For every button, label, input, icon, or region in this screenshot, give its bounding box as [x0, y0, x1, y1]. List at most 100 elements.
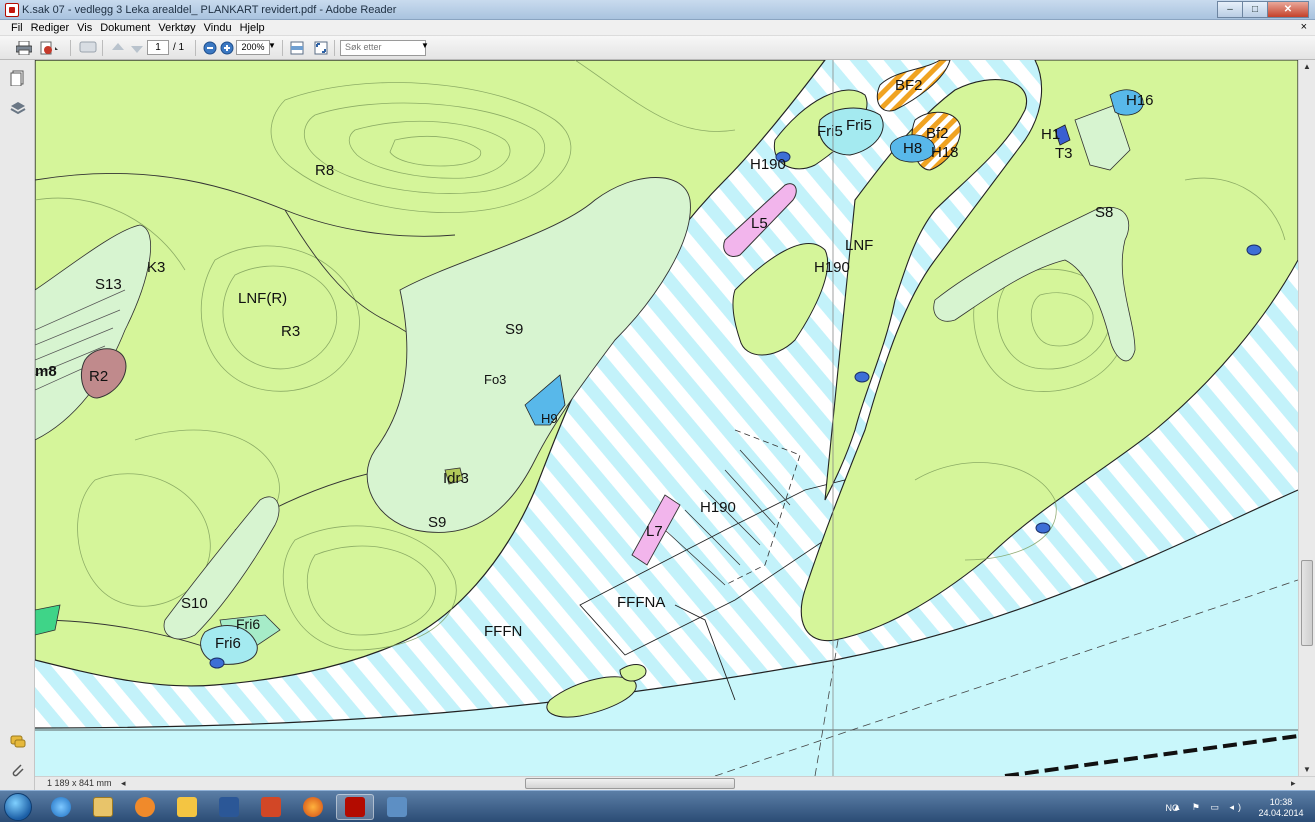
start-button[interactable] — [4, 793, 32, 821]
toolbar-separator — [70, 40, 71, 56]
horizontal-scroll-thumb[interactable] — [525, 778, 735, 789]
map-label: BF2 — [895, 77, 923, 94]
document-close-button[interactable]: × — [1301, 21, 1307, 33]
map-label: L5 — [751, 215, 768, 232]
menu-verktoy[interactable]: Verktøy — [155, 20, 200, 34]
window-title: K.sak 07 - vedlegg 3 Leka arealdel_ PLAN… — [22, 4, 397, 16]
outlook-icon[interactable] — [168, 794, 206, 820]
page-total: / 1 — [173, 42, 185, 53]
map-label: Fo3 — [484, 372, 506, 387]
map-label: H1 — [1041, 126, 1060, 143]
map-label: Idr3 — [443, 470, 469, 487]
horizontal-scrollbar[interactable]: 1 189 x 841 mm ◂ ▸ — [35, 776, 1315, 790]
menu-hjelp[interactable]: Hjelp — [237, 20, 270, 34]
map-label: Fri6 — [215, 635, 241, 652]
vertical-scrollbar[interactable]: ▲ ▼ — [1298, 60, 1315, 776]
toolbar: 1 / 1 200% ▼ Søk etter ▼ — [0, 36, 1315, 60]
previous-page-icon[interactable] — [108, 39, 128, 57]
minimize-button[interactable]: – — [1217, 1, 1243, 18]
map-label: S9 — [505, 321, 523, 338]
map-label: Bf2 — [926, 125, 949, 142]
search-dropdown-icon[interactable]: ▼ — [421, 41, 429, 50]
map-label: H16 — [1126, 92, 1154, 109]
map-label: K3 — [147, 259, 165, 276]
tray-icons[interactable]: ▲ ⚑ ▭ ◂) — [1173, 802, 1246, 813]
title-bar: K.sak 07 - vedlegg 3 Leka arealdel_ PLAN… — [0, 0, 1315, 20]
map-label: H190 — [750, 156, 786, 173]
map-label: R3 — [281, 323, 300, 340]
map-label: H8 — [903, 140, 922, 157]
map-label: FFFNA — [617, 594, 665, 611]
internet-explorer-icon[interactable] — [42, 794, 80, 820]
adobe-reader-icon — [5, 3, 19, 17]
toolbar-separator — [282, 40, 283, 56]
firefox-icon[interactable] — [294, 794, 332, 820]
map-label: S10 — [181, 595, 208, 612]
toolbar-separator — [102, 40, 103, 56]
navigation-panel — [0, 60, 35, 790]
menu-rediger[interactable]: Rediger — [28, 20, 75, 34]
clock[interactable]: 10:38 24.04.2014 — [1255, 797, 1307, 819]
map-label: LNF(R) — [238, 290, 287, 307]
maximize-button[interactable]: □ — [1242, 1, 1268, 18]
menu-fil[interactable]: Fil — [8, 20, 28, 34]
map-label: S13 — [95, 276, 122, 293]
map-label: H190 — [700, 499, 736, 516]
powerpoint-icon[interactable] — [252, 794, 290, 820]
clock-date: 24.04.2014 — [1258, 808, 1304, 818]
word-icon[interactable] — [210, 794, 248, 820]
media-player-icon[interactable] — [126, 794, 164, 820]
map-label: LNF — [845, 237, 873, 254]
zoom-level-input[interactable]: 200% — [236, 40, 270, 55]
fit-width-icon[interactable] — [287, 39, 307, 57]
map-label: H9 — [541, 411, 558, 426]
adobe-reader-taskbar-icon[interactable] — [336, 794, 374, 820]
search-input[interactable]: Søk etter — [340, 40, 426, 56]
scroll-up-icon[interactable]: ▲ — [1303, 62, 1311, 71]
map-label: S8 — [1095, 204, 1113, 221]
app-taskbar-icon[interactable] — [378, 794, 416, 820]
zoom-in-icon[interactable] — [217, 39, 237, 57]
toolbar-separator — [334, 40, 335, 56]
share-icon[interactable] — [40, 39, 60, 57]
comment-icon[interactable] — [78, 39, 98, 57]
map-label: S9 — [428, 514, 446, 531]
map-label: FFFN — [484, 623, 522, 640]
map-label: T3 — [1055, 145, 1073, 162]
menu-vindu[interactable]: Vindu — [201, 20, 237, 34]
map-label: R2 — [89, 368, 108, 385]
zoning-map: LNF(R) S13 K3 R3 R2 R8 m8 S9 Fo3 H9 Idr3… — [35, 60, 1298, 776]
menu-bar: Fil Rediger Vis Dokument Verktøy Vindu H… — [0, 20, 1315, 36]
map-label: H18 — [931, 144, 959, 161]
vertical-scroll-thumb[interactable] — [1301, 560, 1313, 646]
scroll-right-icon[interactable]: ▸ — [1291, 778, 1296, 789]
clock-time: 10:38 — [1269, 797, 1293, 807]
print-icon[interactable] — [14, 39, 34, 57]
next-page-icon[interactable] — [127, 39, 147, 57]
window-controls: – □ ✕ — [1217, 1, 1309, 18]
scroll-down-icon[interactable]: ▼ — [1303, 765, 1311, 774]
file-explorer-icon[interactable] — [84, 794, 122, 820]
zoom-dropdown-icon[interactable]: ▼ — [268, 41, 276, 50]
close-button[interactable]: ✕ — [1267, 1, 1309, 18]
layers-icon[interactable] — [10, 100, 26, 116]
toolbar-separator — [195, 40, 196, 56]
menu-vis[interactable]: Vis — [74, 20, 97, 34]
page-size-label: 1 189 x 841 mm — [47, 778, 112, 788]
full-screen-icon[interactable] — [311, 39, 331, 57]
document-view[interactable]: LNF(R) S13 K3 R3 R2 R8 m8 S9 Fo3 H9 Idr3… — [35, 60, 1298, 776]
map-label: L7 — [646, 523, 663, 540]
taskbar: NO ▲ ⚑ ▭ ◂) 10:38 24.04.2014 — [0, 790, 1315, 822]
attachments-icon[interactable] — [10, 762, 26, 778]
scroll-left-icon[interactable]: ◂ — [121, 778, 126, 789]
page-thumbnails-icon[interactable] — [10, 70, 26, 87]
map-label: Fri5 — [817, 123, 843, 140]
page-number-input[interactable]: 1 — [147, 40, 169, 55]
comments-icon[interactable] — [10, 734, 26, 750]
map-label: R8 — [315, 162, 334, 179]
map-label: H190 — [814, 259, 850, 276]
map-label: Fri6 — [236, 616, 260, 632]
map-label: m8 — [35, 363, 57, 380]
menu-dokument[interactable]: Dokument — [97, 20, 155, 34]
map-label: Fri5 — [846, 117, 872, 134]
